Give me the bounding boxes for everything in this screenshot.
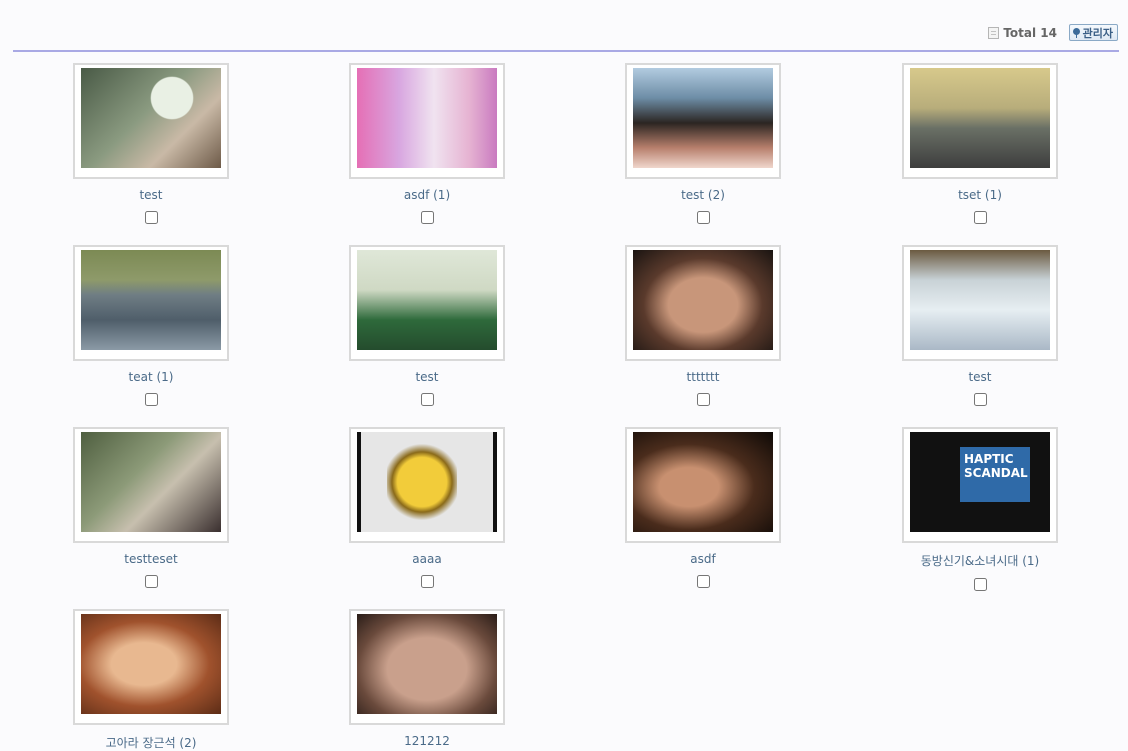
thumbnail-link[interactable] <box>349 609 505 725</box>
thumbnail-image <box>633 68 773 168</box>
item-select-checkbox[interactable] <box>420 393 434 406</box>
item-select-checkbox[interactable] <box>144 393 158 406</box>
gallery-item: test (2) <box>603 63 803 224</box>
thumbnail-link[interactable] <box>625 63 781 179</box>
thumbnail-image <box>633 432 773 532</box>
gallery-item: tset (1) <box>880 63 1080 224</box>
thumbnail-link[interactable] <box>902 63 1058 179</box>
thumbnail-link[interactable] <box>73 427 229 543</box>
gallery-item: ttttttt <box>603 245 803 406</box>
gallery-item: asdf <box>603 427 803 588</box>
thumbnail-image <box>910 68 1050 168</box>
gallery-item: asdf (1) <box>327 63 527 224</box>
gallery-item: 고아라 장근석 (2) <box>51 609 251 751</box>
thumbnail-link[interactable] <box>349 427 505 543</box>
gallery-item: test <box>51 63 251 224</box>
item-title[interactable]: test (2) <box>603 188 803 202</box>
thumbnail-link[interactable] <box>349 245 505 361</box>
gallery-item: teat (1) <box>51 245 251 406</box>
thumbnail-link[interactable] <box>902 427 1058 543</box>
thumbnail-link[interactable] <box>73 245 229 361</box>
gallery-item: test <box>327 245 527 406</box>
item-title[interactable]: ttttttt <box>603 370 803 384</box>
thumbnail-image <box>357 432 497 532</box>
item-select-checkbox[interactable] <box>144 211 158 224</box>
thumbnail-link[interactable] <box>902 245 1058 361</box>
item-title[interactable]: 동방신기&소녀시대 (1) <box>880 552 1080 569</box>
admin-button-label: 관리자 <box>1082 26 1113 40</box>
thumbnail-link[interactable] <box>73 609 229 725</box>
item-title[interactable]: test <box>880 370 1080 384</box>
item-title[interactable]: 고아라 장근석 (2) <box>51 734 251 751</box>
item-select-checkbox[interactable] <box>973 393 987 406</box>
thumbnail-link[interactable] <box>349 63 505 179</box>
gallery-item: 동방신기&소녀시대 (1) <box>880 427 1080 591</box>
item-select-checkbox[interactable] <box>420 211 434 224</box>
thumbnail-image <box>81 614 221 714</box>
thumbnail-image <box>910 432 1050 532</box>
thumbnail-image <box>357 250 497 350</box>
thumbnail-image <box>81 68 221 168</box>
thumbnail-image <box>357 614 497 714</box>
document-icon <box>988 27 1000 39</box>
gallery-item: 121212 <box>327 609 527 748</box>
header-divider <box>13 50 1119 52</box>
item-title[interactable]: asdf (1) <box>327 188 527 202</box>
thumbnail-link[interactable] <box>625 427 781 543</box>
item-select-checkbox[interactable] <box>696 393 710 406</box>
total-count: Total 14 <box>988 26 1057 40</box>
item-title[interactable]: test <box>327 370 527 384</box>
thumbnail-image <box>633 250 773 350</box>
gallery-header: Total 14 관리자 <box>13 22 1119 44</box>
item-title[interactable]: test <box>51 188 251 202</box>
thumbnail-image <box>357 68 497 168</box>
item-title[interactable]: 121212 <box>327 734 527 748</box>
item-select-checkbox[interactable] <box>973 578 987 591</box>
item-title[interactable]: teat (1) <box>51 370 251 384</box>
item-select-checkbox[interactable] <box>973 211 987 224</box>
gallery-item: testteset <box>51 427 251 588</box>
total-label: Total 14 <box>1003 26 1057 40</box>
item-select-checkbox[interactable] <box>696 575 710 588</box>
pin-icon <box>1072 27 1080 38</box>
item-title[interactable]: asdf <box>603 552 803 566</box>
thumbnail-image <box>81 432 221 532</box>
thumbnail-link[interactable] <box>625 245 781 361</box>
item-title[interactable]: testteset <box>51 552 251 566</box>
admin-button[interactable]: 관리자 <box>1068 24 1118 41</box>
gallery-item: aaaa <box>327 427 527 588</box>
gallery-item: test <box>880 245 1080 406</box>
item-select-checkbox[interactable] <box>144 575 158 588</box>
item-title[interactable]: aaaa <box>327 552 527 566</box>
item-title[interactable]: tset (1) <box>880 188 1080 202</box>
thumbnail-link[interactable] <box>73 63 229 179</box>
thumbnail-image <box>81 250 221 350</box>
item-select-checkbox[interactable] <box>420 575 434 588</box>
thumbnail-image <box>910 250 1050 350</box>
item-select-checkbox[interactable] <box>696 211 710 224</box>
